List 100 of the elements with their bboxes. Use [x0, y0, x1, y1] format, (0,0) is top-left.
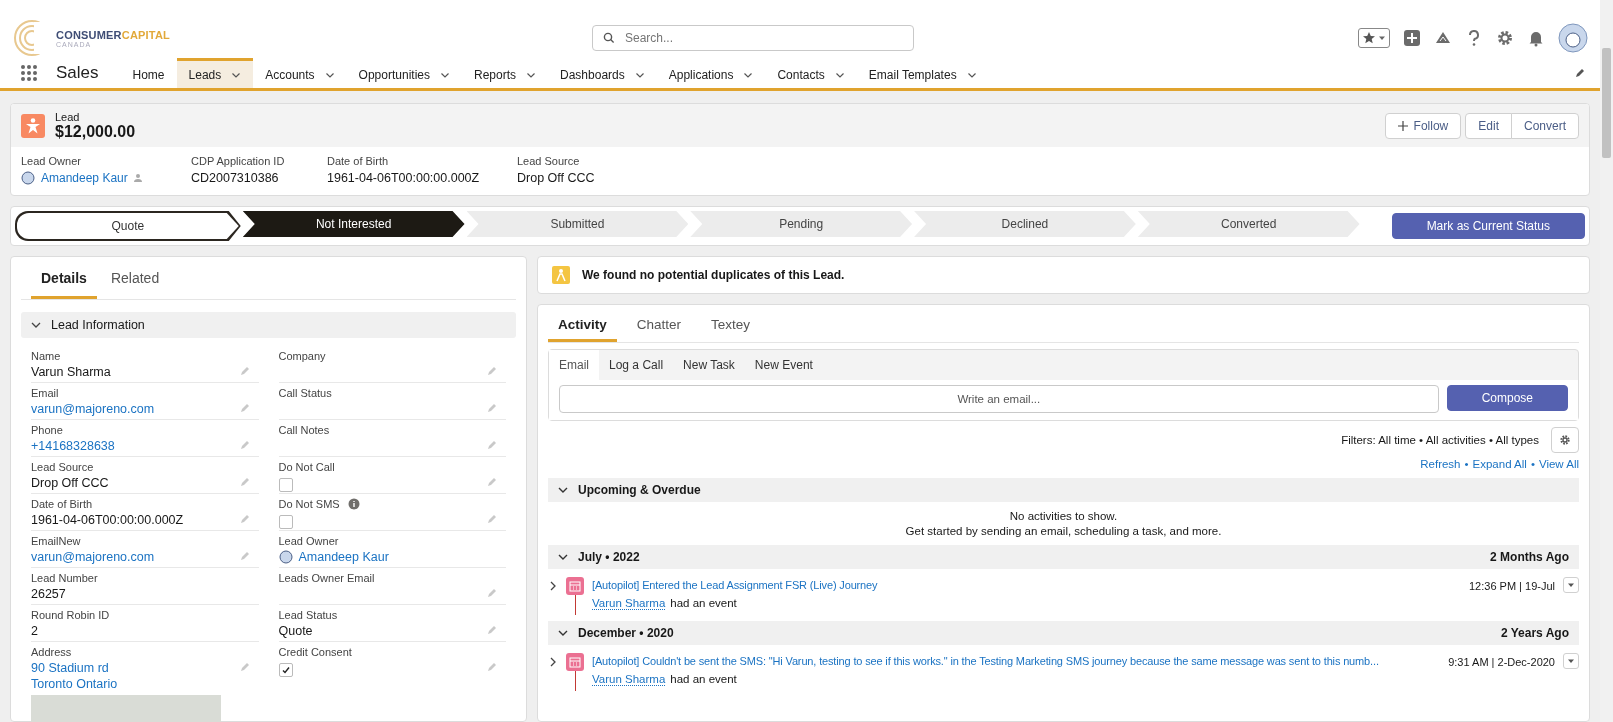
- field-label: Phone: [31, 424, 63, 436]
- duplicates-message: We found no potential duplicates of this Lead.: [582, 268, 845, 282]
- field-label: Do Not Call: [278, 461, 335, 473]
- email-input[interactable]: Write an email...: [559, 385, 1439, 413]
- nav-tab-label: Dashboards: [560, 67, 625, 82]
- empty-message: No activities to show.: [1009, 510, 1118, 522]
- favorites-button[interactable]: [1358, 28, 1390, 48]
- app-name: Sales: [56, 63, 99, 83]
- field-value: 2: [31, 624, 39, 638]
- action-link[interactable]: Expand All: [1472, 458, 1527, 470]
- user-avatar-icon: [278, 550, 293, 564]
- record-type: Lead: [55, 111, 81, 123]
- group-header[interactable]: Upcoming & Overdue: [548, 478, 1579, 502]
- activity-tab[interactable]: Textey: [701, 305, 761, 342]
- mark-status-button[interactable]: Mark as Current Status: [1391, 213, 1585, 239]
- chevron-right-icon[interactable]: [548, 657, 558, 667]
- path-stage[interactable]: Not Interested: [242, 211, 465, 237]
- path-stage[interactable]: Quote: [15, 211, 241, 241]
- activity-subject-link[interactable]: [Autopilot] Entered the Lead Assignment FSR (Live) Journey: [592, 579, 1455, 591]
- nav-tab[interactable]: Reports: [462, 58, 548, 88]
- path-stage[interactable]: Converted: [1137, 211, 1360, 237]
- timeline-line: [574, 595, 576, 615]
- item-menu-button[interactable]: [1563, 653, 1579, 669]
- notifications-icon[interactable]: [1527, 29, 1545, 47]
- timeline-line: [574, 671, 576, 691]
- person-link[interactable]: Varun Sharma: [592, 673, 666, 686]
- path-stage[interactable]: Declined: [914, 211, 1136, 237]
- nav-tab[interactable]: Contacts: [765, 58, 857, 88]
- activity-subject-link[interactable]: [Autopilot] Couldn't be sent the SMS: "Hi Varun, testing to see if this works." in the Testing Marketing SMS journey because the same message was sent to this numb...: [592, 655, 1435, 667]
- separator-dot: •: [1464, 458, 1469, 470]
- search-input[interactable]: Search...: [623, 30, 903, 46]
- field-link[interactable]: +14168328638: [31, 439, 239, 453]
- action-link[interactable]: View All: [1538, 458, 1579, 470]
- section-header[interactable]: Lead Information: [21, 312, 516, 338]
- group-header[interactable]: July • 2022 2 Months Ago: [548, 545, 1579, 569]
- chevron-right-icon[interactable]: [548, 581, 558, 591]
- nav-tab[interactable]: Leads: [176, 58, 254, 88]
- scrollbar[interactable]: [1600, 0, 1613, 722]
- nav-tab[interactable]: Opportunities: [346, 58, 462, 88]
- field-label: Round Robin ID: [31, 609, 110, 621]
- composer-tab[interactable]: New Task: [673, 350, 745, 380]
- nav-tab[interactable]: Applications: [656, 58, 766, 88]
- settings-icon[interactable]: [1496, 29, 1514, 47]
- group-header[interactable]: December • 2020 2 Years Ago: [548, 621, 1579, 645]
- owner-link[interactable]: Amandeep Kaur: [41, 171, 128, 185]
- path-stage[interactable]: Pending: [690, 211, 913, 237]
- edit-icon[interactable]: [1574, 67, 1586, 79]
- detail-tab[interactable]: Details: [31, 257, 97, 299]
- field-label: EmailNew: [31, 535, 81, 547]
- person-link[interactable]: Varun Sharma: [592, 597, 666, 610]
- chevron-icon: [558, 552, 568, 562]
- calendar-icon: [566, 577, 584, 595]
- field-label: Lead Status: [278, 609, 338, 621]
- compose-button[interactable]: Compose: [1446, 385, 1568, 411]
- search-field[interactable]: Search...: [592, 25, 914, 51]
- field-value: Drop Off CCC: [517, 171, 595, 185]
- nav-tab-label: Applications: [668, 67, 734, 82]
- logo-icon: [12, 18, 52, 58]
- field-link[interactable]: varun@majoreno.com: [31, 402, 239, 416]
- composer-tab[interactable]: Email: [549, 350, 599, 380]
- activity-tab[interactable]: Chatter: [626, 305, 692, 342]
- follow-button[interactable]: Follow: [1384, 113, 1462, 139]
- item-menu-button[interactable]: [1563, 577, 1579, 593]
- group-title: December • 2020: [578, 626, 674, 640]
- field-link[interactable]: varun@majoreno.com: [31, 550, 239, 564]
- owner-link[interactable]: Amandeep Kaur: [298, 550, 389, 564]
- plus-icon[interactable]: [1403, 29, 1421, 47]
- filters-text: Filters: All time • All activities • All types: [1341, 434, 1539, 446]
- address-link[interactable]: 90 Stadium rd: [31, 661, 239, 675]
- field-label: Address: [31, 646, 72, 658]
- composer-tab[interactable]: New Event: [744, 350, 823, 380]
- field-label: Lead Number: [31, 572, 98, 584]
- chevron-icon: [558, 485, 568, 495]
- record-action-button[interactable]: Edit: [1465, 113, 1512, 139]
- nav-tab[interactable]: Accounts: [253, 58, 347, 88]
- app-launcher-icon[interactable]: [20, 64, 38, 82]
- field-label: Lead Owner: [278, 535, 339, 547]
- field-value: 1961-04-06T00:00:00.000Z: [31, 513, 185, 527]
- field-label: Lead Source: [31, 461, 94, 473]
- field-value: 26257: [31, 587, 67, 601]
- action-link[interactable]: Refresh: [1420, 458, 1461, 470]
- filter-settings-button[interactable]: [1551, 427, 1579, 453]
- composer-tab[interactable]: Log a Call: [599, 350, 674, 380]
- avatar[interactable]: [1558, 23, 1588, 53]
- checkbox[interactable]: [278, 515, 293, 529]
- record-action-button[interactable]: Convert: [1510, 113, 1579, 139]
- field-label: Do Not SMS: [278, 498, 340, 510]
- nav-tab[interactable]: Dashboards: [548, 58, 657, 88]
- checkbox[interactable]: [278, 663, 293, 677]
- field-label: Name: [31, 350, 61, 362]
- path-stage[interactable]: Submitted: [466, 211, 689, 237]
- address-link[interactable]: Toronto Ontario: [31, 677, 239, 691]
- field-label: Call Notes: [278, 424, 330, 436]
- caret-icon: [1567, 581, 1575, 589]
- nav-tab[interactable]: Email Templates: [856, 58, 989, 88]
- calendar-icon: [566, 653, 584, 671]
- activity-tab[interactable]: Activity: [548, 305, 617, 342]
- nav-tab[interactable]: Home: [120, 58, 177, 88]
- checkbox[interactable]: [278, 478, 293, 492]
- detail-tab[interactable]: Related: [100, 257, 170, 299]
